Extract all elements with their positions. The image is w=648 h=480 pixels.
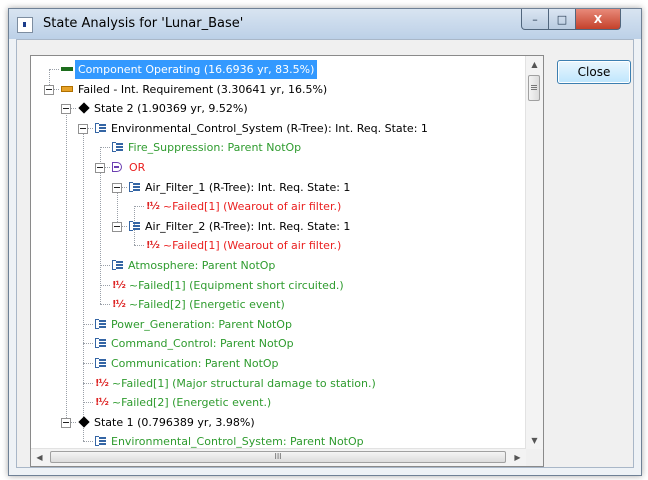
collapse-toggle-icon[interactable]	[61, 104, 71, 115]
tree-guide-line	[66, 108, 67, 422]
collapse-toggle-icon[interactable]	[78, 123, 88, 134]
tree-node-label: Air_Filter_1 (R-Tree): Int. Req. State: …	[145, 180, 351, 194]
failure-icon: !½	[146, 201, 160, 213]
tree-node-label: Failed - Int. Requirement (3.30641 yr, 1…	[78, 82, 328, 96]
tree-node-label: Air_Filter_2 (R-Tree): Int. Req. State: …	[145, 219, 351, 233]
horizontal-scroll-thumb[interactable]: III	[50, 451, 506, 463]
rtree-icon	[129, 181, 140, 192]
tree-node-label: State 2 (1.90369 yr, 9.52%)	[94, 102, 248, 116]
tree-connector-line	[83, 343, 93, 345]
failure-icon: !½	[112, 299, 126, 311]
minimize-button[interactable]: –	[521, 9, 549, 30]
scrollbar-corner	[526, 449, 543, 466]
tree-node[interactable]: State 1 (0.796389 yr, 3.98%)	[78, 413, 255, 432]
rtree-icon	[129, 220, 140, 231]
tree-node-label: Component Operating (16.6936 yr, 83.5%)	[75, 60, 318, 79]
tree-node[interactable]: !½ ~Failed[1] (Wearout of air filter.)	[146, 197, 341, 216]
failure-icon: !½	[146, 240, 160, 252]
tree-node-label: Environmental_Control_System (R-Tree): I…	[111, 121, 428, 135]
rtree-icon	[112, 142, 123, 153]
tree-node[interactable]: Communication: Parent NotOp	[95, 354, 279, 373]
rtree-icon	[95, 122, 106, 133]
tree-connector-line	[100, 284, 110, 286]
tree-connector-line	[83, 382, 93, 384]
collapse-toggle-icon[interactable]	[112, 182, 122, 193]
app-icon	[17, 17, 33, 33]
vertical-scrollbar[interactable]: ▲ ▼	[525, 56, 543, 449]
rtree-icon	[95, 318, 106, 329]
window-close-button[interactable]: X	[575, 9, 621, 30]
tree-connector-line	[100, 265, 110, 266]
tree-node[interactable]: Environmental_Control_System (R-Tree): I…	[95, 119, 428, 138]
tree-connector-line	[100, 304, 110, 306]
tree-node-label: ~Failed[2] (Energetic event)	[128, 298, 285, 312]
collapse-toggle-icon[interactable]	[44, 84, 54, 95]
tree-node[interactable]: Air_Filter_2 (R-Tree): Int. Req. State: …	[129, 217, 350, 236]
state-tree-view[interactable]: Component Operating (16.6936 yr, 83.5%) F…	[30, 55, 544, 467]
tree-node[interactable]: !½ ~Failed[1] (Wearout of air filter.)	[146, 236, 341, 255]
tree-connector-line	[100, 147, 110, 149]
tree-node-label: ~Failed[2] (Energetic event.)	[111, 396, 272, 410]
tree-connector-line	[83, 363, 93, 364]
maximize-button[interactable]: □	[548, 9, 576, 30]
tree-node[interactable]: !½ ~Failed[1] (Equipment short circuited.…	[112, 276, 344, 295]
tree-node-label: Atmosphere: Parent NotOp	[128, 259, 276, 272]
scroll-right-arrow-icon[interactable]: ▶	[509, 449, 526, 466]
tree-node[interactable]: !½ ~Failed[2] (Energetic event.)	[95, 393, 271, 412]
tree-node[interactable]: Atmosphere: Parent NotOp	[112, 256, 275, 275]
rtree-icon	[95, 358, 106, 368]
failure-icon: !½	[112, 279, 126, 291]
scroll-up-arrow-icon[interactable]: ▲	[526, 56, 543, 73]
rtree-icon	[112, 260, 123, 270]
tree-node-label: ~Failed[1] (Wearout of air filter.)	[162, 239, 342, 253]
tree-connector-line	[134, 206, 144, 208]
scroll-left-arrow-icon[interactable]: ◀	[31, 449, 48, 466]
orange-bar-icon	[61, 85, 73, 92]
tree-node-label: OR	[129, 161, 146, 174]
collapse-toggle-icon[interactable]	[95, 163, 105, 173]
horizontal-scrollbar[interactable]: ◀ III ▶	[31, 448, 526, 466]
tree-node[interactable]: Air_Filter_1 (R-Tree): Int. Req. State: …	[129, 178, 350, 197]
tree-node-label: ~Failed[1] (Major structural damage to s…	[111, 376, 376, 390]
tree-node[interactable]: Failed - Int. Requirement (3.30641 yr, 1…	[61, 80, 327, 99]
tree-connector-line	[83, 323, 93, 325]
state-analysis-window: State Analysis for 'Lunar_Base' – □ X Co…	[8, 8, 642, 476]
dialog-client: Component Operating (16.6936 yr, 83.5%) F…	[16, 39, 634, 468]
tree-node-label: ~Failed[1] (Equipment short circuited.)	[128, 278, 344, 292]
tree-node[interactable]: Command_Control: Parent NotOp	[95, 334, 294, 353]
scroll-down-arrow-icon[interactable]: ▼	[526, 432, 543, 449]
tree-node[interactable]: Fire_Suppression: Parent NotOp	[112, 138, 301, 157]
rtree-icon	[95, 338, 106, 349]
tree-node[interactable]: !½ ~Failed[1] (Major structural damage to…	[95, 374, 376, 393]
tree-node-label: Power_Generation: Parent NotOp	[111, 317, 292, 331]
tree-node[interactable]: Component Operating (16.6936 yr, 83.5%)	[61, 60, 318, 79]
failure-icon: !½	[95, 397, 109, 409]
tree-node[interactable]: OR	[112, 158, 145, 177]
tree-node[interactable]: !½ ~Failed[2] (Energetic event)	[112, 295, 285, 314]
diamond-state-icon	[78, 102, 90, 114]
collapse-toggle-icon[interactable]	[112, 221, 122, 232]
title-bar[interactable]: State Analysis for 'Lunar_Base' – □ X	[9, 9, 641, 39]
tree-connector-line	[83, 402, 93, 404]
tree-connector-line	[83, 441, 93, 443]
tree-node[interactable]: State 2 (1.90369 yr, 9.52%)	[78, 99, 248, 118]
green-bar-icon	[61, 67, 73, 71]
tree-connector-line	[49, 69, 59, 70]
close-button[interactable]: Close	[557, 60, 631, 84]
window-title: State Analysis for 'Lunar_Base'	[43, 16, 244, 31]
rtree-icon	[95, 436, 106, 447]
collapse-toggle-icon[interactable]	[61, 417, 71, 428]
tree-guide-line	[83, 127, 84, 442]
tree-node-label: Command_Control: Parent NotOp	[111, 337, 294, 351]
failure-icon: !½	[95, 377, 109, 389]
tree-node[interactable]: Power_Generation: Parent NotOp	[95, 315, 292, 334]
tree-connector-line	[134, 245, 144, 247]
diamond-state-icon	[78, 416, 90, 428]
or-gate-icon	[112, 162, 124, 172]
tree-node-label: ~Failed[1] (Wearout of air filter.)	[162, 200, 342, 214]
vertical-scroll-thumb[interactable]	[528, 75, 540, 101]
tree-node-label: State 1 (0.796389 yr, 3.98%)	[94, 415, 255, 429]
tree-node-label: Communication: Parent NotOp	[111, 357, 279, 370]
tree-node-label: Fire_Suppression: Parent NotOp	[128, 141, 302, 155]
